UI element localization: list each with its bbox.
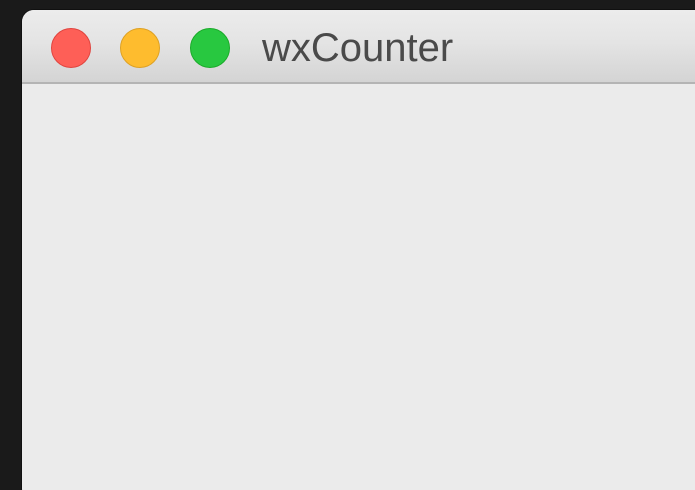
- zoom-button[interactable]: [190, 28, 230, 68]
- window-title: wxCounter: [262, 26, 454, 70]
- desktop-background: wxCounter: [0, 0, 695, 490]
- app-window: wxCounter: [22, 10, 695, 490]
- window-content-area: [22, 84, 695, 490]
- close-button[interactable]: [51, 28, 91, 68]
- window-titlebar[interactable]: wxCounter: [22, 10, 695, 84]
- minimize-button[interactable]: [120, 28, 160, 68]
